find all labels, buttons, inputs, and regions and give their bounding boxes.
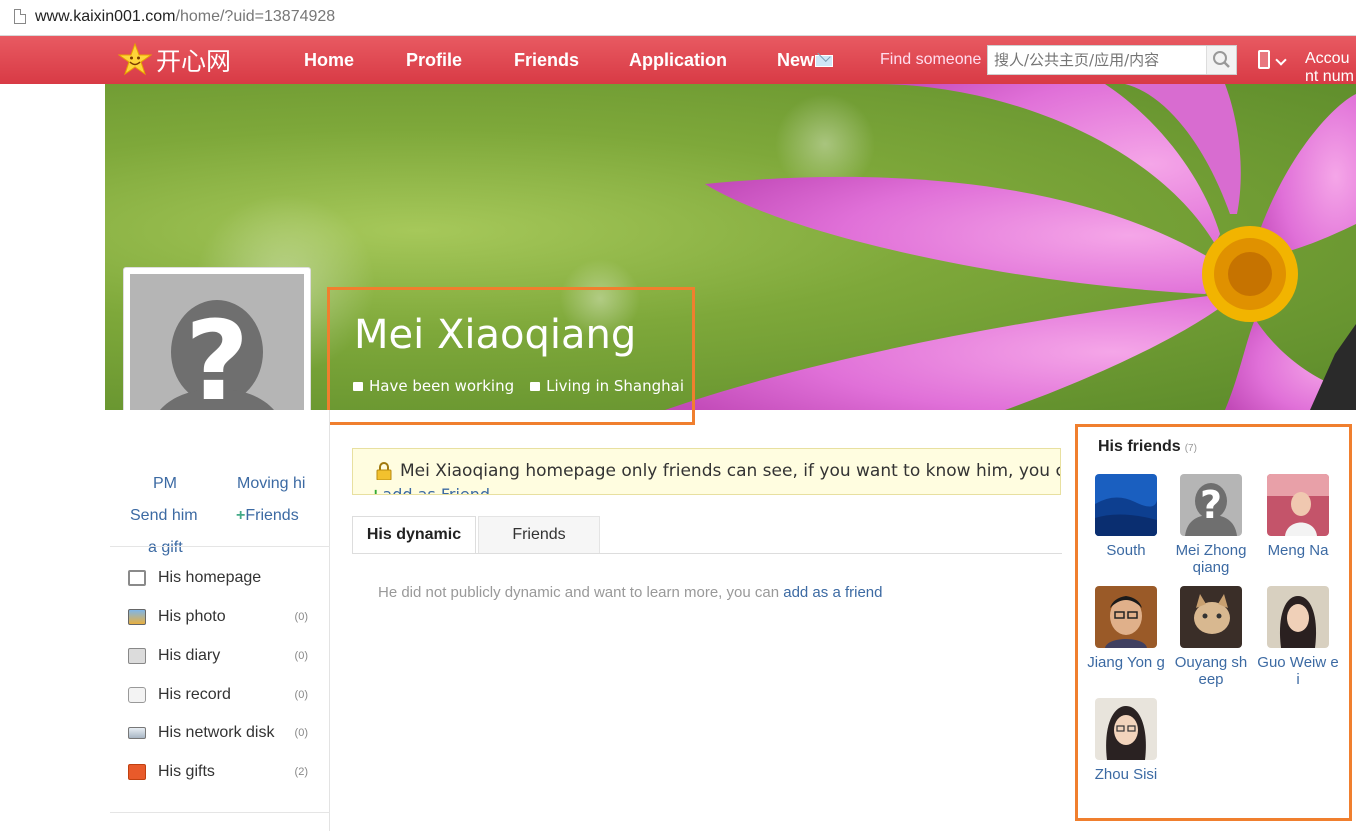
photo-avatar: [1267, 586, 1329, 648]
gift-icon: [128, 764, 146, 780]
search-button[interactable]: [1206, 46, 1236, 74]
friend-item[interactable]: Guo Weiw ei: [1255, 586, 1341, 688]
friend-item[interactable]: ? Mei Zhong qiang: [1168, 474, 1254, 576]
friend-name[interactable]: Meng Na: [1255, 542, 1341, 559]
speech-bubble-icon: [128, 687, 146, 703]
dynamic-empty-message: He did not publicly dynamic and want to …: [378, 584, 883, 601]
friend-name[interactable]: Jiang Yon g: [1083, 654, 1169, 671]
plus-icon: +: [369, 485, 383, 495]
work-info: Have been working: [353, 377, 514, 395]
add-as-friend-link[interactable]: +add as Friend: [369, 485, 490, 495]
friend-avatar[interactable]: [1095, 586, 1157, 648]
friend-name[interactable]: Mei Zhong qiang: [1168, 542, 1254, 576]
chevron-down-icon[interactable]: [1275, 54, 1287, 66]
url-text[interactable]: www.kaixin001.com/home/?uid=13874928: [35, 8, 335, 26]
menu-count: (0): [294, 611, 308, 623]
browser-address-bar[interactable]: www.kaixin001.com/home/?uid=13874928: [0, 0, 1356, 36]
send-gift-link-line2[interactable]: a gift: [148, 539, 183, 557]
tab-his-dynamic[interactable]: His dynamic: [352, 516, 476, 554]
left-margin: [0, 84, 105, 831]
mobile-phone-icon[interactable]: [1258, 50, 1270, 69]
friend-item[interactable]: Zhou Sisi: [1083, 698, 1169, 783]
menu-his-photo[interactable]: His photo (0): [128, 605, 308, 629]
nav-application[interactable]: Application: [629, 50, 727, 71]
svg-text:?: ?: [1200, 483, 1222, 527]
friend-avatar[interactable]: [1267, 474, 1329, 536]
add-friend-link[interactable]: +Friends: [236, 507, 299, 525]
plus-icon: +: [236, 507, 246, 524]
friend-name[interactable]: Ouyang sh eep: [1168, 654, 1254, 688]
diary-icon: [128, 648, 146, 664]
friend-item[interactable]: South: [1083, 474, 1169, 559]
smiley-star-icon: [118, 43, 152, 76]
friend-avatar[interactable]: [1095, 698, 1157, 760]
mail-icon: [815, 55, 834, 67]
divider: [110, 812, 330, 813]
menu-his-record[interactable]: His record (0): [128, 683, 308, 707]
unknown-person-icon: ?: [1180, 474, 1242, 536]
moving-hi-link[interactable]: Moving hi: [237, 475, 305, 493]
menu-his-gifts[interactable]: His gifts (2): [128, 760, 308, 784]
privacy-notice: Mei Xiaoqiang homepage only friends can …: [352, 448, 1061, 495]
friend-avatar[interactable]: [1095, 474, 1157, 536]
search-icon: [1213, 51, 1230, 68]
menu-count: (0): [294, 727, 308, 739]
menu-his-homepage[interactable]: His homepage: [128, 566, 308, 590]
friend-avatar[interactable]: [1267, 586, 1329, 648]
landscape-avatar: [1095, 474, 1157, 536]
menu-count: (2): [294, 766, 308, 778]
disk-icon: [128, 727, 146, 739]
menu-label: His record: [158, 686, 231, 703]
menu-count: (0): [294, 689, 308, 701]
friend-item[interactable]: Meng Na: [1255, 474, 1341, 559]
tab-underline: [352, 553, 1062, 554]
site-logo[interactable]: 开心网: [118, 42, 231, 78]
friend-item[interactable]: Jiang Yon g: [1083, 586, 1169, 671]
page-icon: [14, 9, 26, 24]
find-someone-label: Find someone: [880, 51, 982, 68]
logo-text: 开心网: [156, 47, 232, 76]
menu-label: His homepage: [158, 569, 262, 586]
photo-avatar: [1267, 474, 1329, 536]
search-box: [987, 45, 1237, 75]
divider: [110, 546, 330, 547]
send-gift-link-line1[interactable]: Send him: [130, 507, 198, 525]
nav-home[interactable]: Home: [304, 50, 354, 71]
friend-avatar[interactable]: [1180, 586, 1242, 648]
profile-info: Have been working Living in Shanghai: [353, 377, 684, 395]
menu-his-network-disk[interactable]: His network disk (0): [128, 721, 308, 745]
living-info: Living in Shanghai: [530, 377, 684, 395]
menu-count: (0): [294, 650, 308, 662]
friend-item[interactable]: Ouyang sh eep: [1168, 586, 1254, 688]
svg-text:?: ?: [185, 297, 249, 425]
nav-friends[interactable]: Friends: [514, 50, 579, 71]
menu-label: His photo: [158, 608, 226, 625]
top-navigation-bar: 开心网 Home Profile Friends Application New…: [0, 36, 1356, 103]
photo-avatar: [1095, 698, 1157, 760]
notice-text: Mei Xiaoqiang homepage only friends can …: [400, 461, 1061, 481]
search-input[interactable]: [988, 46, 1206, 74]
menu-his-diary[interactable]: His diary (0): [128, 644, 308, 668]
menu-label: His network disk: [158, 724, 275, 741]
photo-avatar: [1095, 586, 1157, 648]
homepage-icon: [128, 570, 146, 586]
friend-name[interactable]: Guo Weiw ei: [1255, 654, 1341, 688]
nav-profile[interactable]: Profile: [406, 50, 462, 71]
friend-name[interactable]: Zhou Sisi: [1083, 766, 1169, 783]
photo-icon: [128, 609, 146, 625]
profile-name: Mei Xiaoqiang: [354, 312, 637, 358]
house-icon: [530, 382, 541, 391]
nav-new[interactable]: New: [777, 50, 834, 71]
lock-icon: [376, 462, 392, 480]
menu-label: His diary: [158, 647, 221, 664]
add-as-a-friend-link[interactable]: add as a friend: [783, 584, 882, 601]
menu-label: His gifts: [158, 763, 215, 780]
friends-panel-title: His friends (7): [1098, 438, 1197, 455]
cat-photo-avatar: [1180, 586, 1242, 648]
pm-link[interactable]: PM: [153, 475, 177, 493]
friend-avatar[interactable]: ?: [1180, 474, 1242, 536]
tab-friends[interactable]: Friends: [478, 516, 600, 554]
briefcase-icon: [353, 382, 363, 391]
friend-name[interactable]: South: [1083, 542, 1169, 559]
